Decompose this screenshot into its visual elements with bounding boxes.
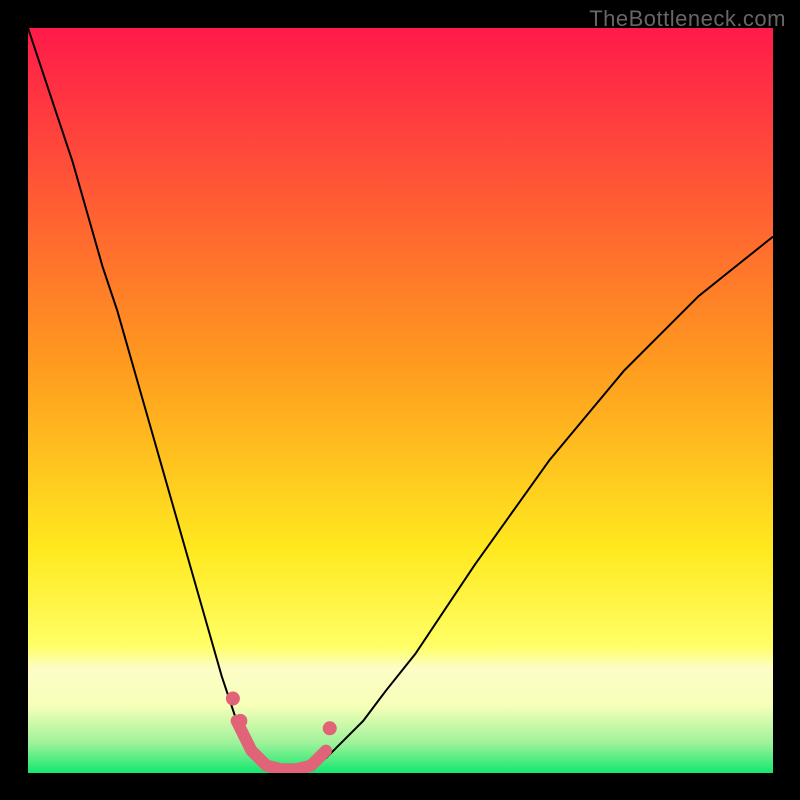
highlight-dot-1 [233, 714, 247, 728]
highlight-dot-2 [323, 721, 337, 735]
highlight-dot-0 [226, 692, 240, 706]
watermark-text: TheBottleneck.com [589, 6, 786, 32]
chart-container [28, 28, 773, 773]
chart-svg [28, 28, 773, 773]
chart-background [28, 28, 773, 773]
